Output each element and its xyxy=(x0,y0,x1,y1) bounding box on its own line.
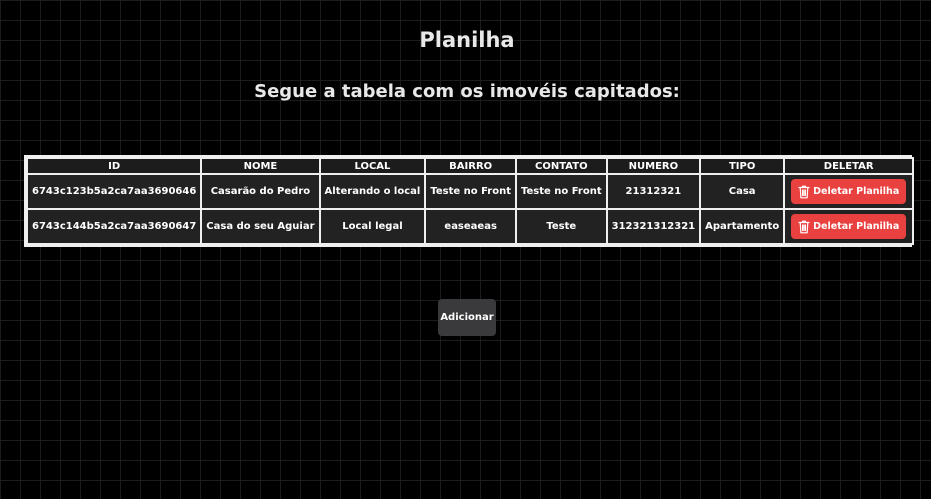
cell-contato: Teste xyxy=(516,210,606,243)
cell-numero: 312321312321 xyxy=(607,210,700,243)
properties-table: ID NOME LOCAL BAIRRO CONTATO NUMERO TIPO… xyxy=(26,157,915,245)
column-header-nome: NOME xyxy=(202,159,319,173)
page-subtitle: Segue a tabela com os imovéis capitados: xyxy=(254,81,680,102)
cell-local: Alterando o local xyxy=(320,175,425,208)
column-header-bairro: BAIRRO xyxy=(426,159,515,173)
cell-nome: Casarão do Pedro xyxy=(202,175,319,208)
column-header-tipo: TIPO xyxy=(701,159,784,173)
delete-button-label: Deletar Planilha xyxy=(813,186,900,197)
cell-local: Local legal xyxy=(320,210,425,243)
trash-icon xyxy=(798,185,810,198)
delete-button[interactable]: Deletar Planilha xyxy=(791,179,907,204)
cell-numero: 21312321 xyxy=(607,175,700,208)
page-title: Planilha xyxy=(419,28,515,52)
cell-deletar: Deletar Planilha xyxy=(785,210,913,243)
trash-icon xyxy=(798,220,810,233)
column-header-local: LOCAL xyxy=(320,159,425,173)
cell-bairro: easeaeas xyxy=(426,210,515,243)
delete-button[interactable]: Deletar Planilha xyxy=(791,214,907,239)
column-header-deletar: DELETAR xyxy=(785,159,913,173)
table-row: 6743c123b5a2ca7aa3690646 Casarão do Pedr… xyxy=(28,175,913,208)
add-button[interactable]: Adicionar xyxy=(438,299,496,336)
cell-tipo: Apartamento xyxy=(701,210,784,243)
cell-deletar: Deletar Planilha xyxy=(785,175,913,208)
cell-bairro: Teste no Front xyxy=(426,175,515,208)
table-header-row: ID NOME LOCAL BAIRRO CONTATO NUMERO TIPO… xyxy=(28,159,913,173)
column-header-id: ID xyxy=(28,159,201,173)
cell-contato: Teste no Front xyxy=(516,175,606,208)
cell-nome: Casa do seu Aguiar xyxy=(202,210,319,243)
cell-id: 6743c123b5a2ca7aa3690646 xyxy=(28,175,201,208)
properties-table-container: ID NOME LOCAL BAIRRO CONTATO NUMERO TIPO… xyxy=(24,155,915,247)
column-header-contato: CONTATO xyxy=(516,159,606,173)
delete-button-label: Deletar Planilha xyxy=(813,221,900,232)
table-row: 6743c144b5a2ca7aa3690647 Casa do seu Agu… xyxy=(28,210,913,243)
cell-id: 6743c144b5a2ca7aa3690647 xyxy=(28,210,201,243)
cell-tipo: Casa xyxy=(701,175,784,208)
column-header-numero: NUMERO xyxy=(607,159,700,173)
